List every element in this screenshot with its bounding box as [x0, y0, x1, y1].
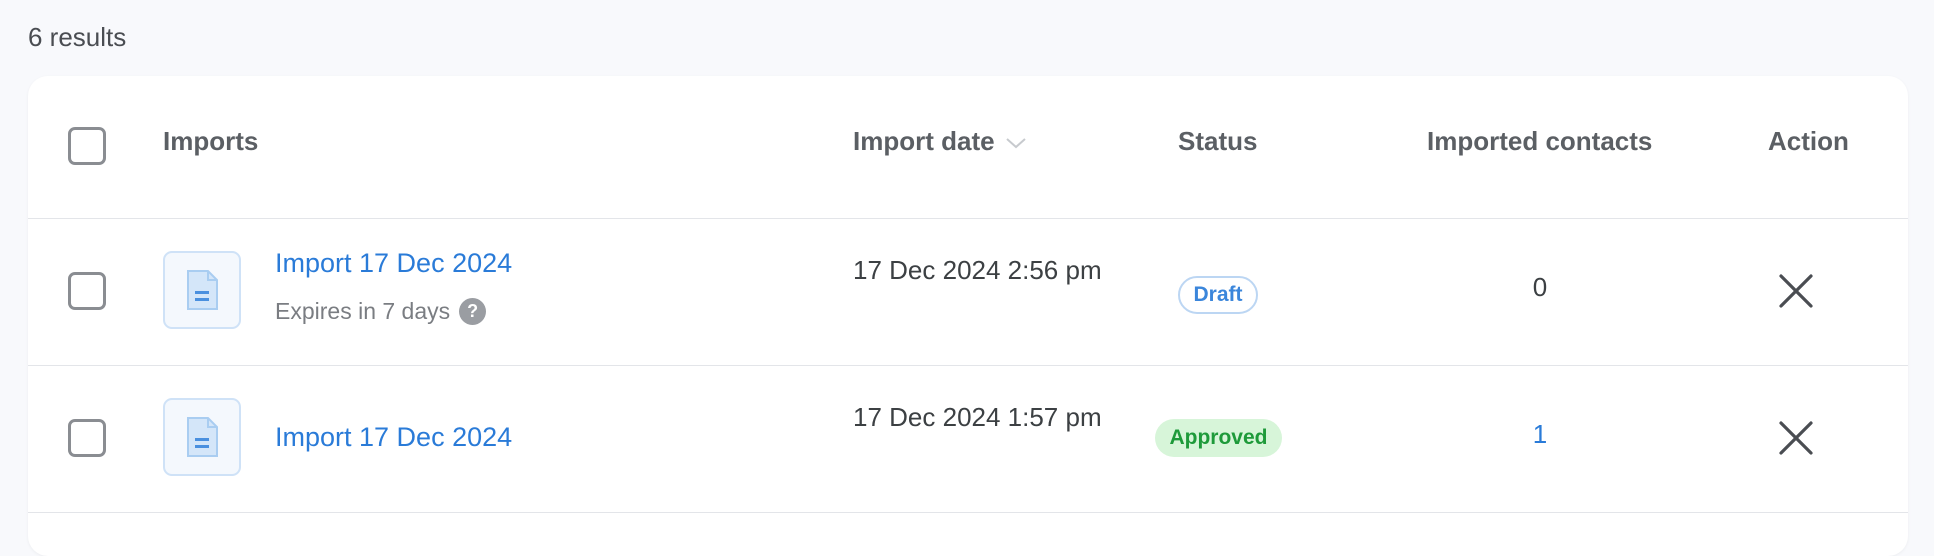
column-header-imported-contacts: Imported contacts [1427, 126, 1653, 156]
chevron-down-icon[interactable] [1005, 126, 1027, 157]
expiry-note: Expires in 7 days ? [275, 298, 487, 325]
status-badge: Draft [1178, 276, 1258, 314]
import-name-link[interactable]: Import 17 Dec 2024 [275, 422, 512, 453]
help-icon[interactable]: ? [459, 298, 487, 325]
row-checkbox[interactable] [68, 272, 106, 310]
row-checkbox[interactable] [68, 419, 106, 457]
expiry-text: Expires in 7 days [275, 298, 451, 324]
select-all-checkbox[interactable] [68, 127, 106, 165]
close-icon [1779, 274, 1813, 308]
column-header-status: Status [1178, 126, 1258, 156]
import-name-link[interactable]: Import 17 Dec 2024 [275, 248, 512, 279]
results-count: 6 results [28, 22, 127, 52]
column-header-imports: Imports [163, 126, 259, 156]
table-header-row: Imports Import date Status Imported cont… [28, 76, 1908, 219]
delete-import-button[interactable] [1776, 271, 1816, 311]
table-row: Import 17 Dec 2024 17 Dec 2024 1:57 pm A… [28, 365, 1908, 513]
status-badge: Approved [1155, 419, 1282, 457]
table-row: Import 17 Dec 2024 Expires in 7 days ? 1… [28, 218, 1908, 366]
delete-import-button[interactable] [1776, 418, 1816, 458]
close-icon [1779, 421, 1813, 455]
import-date: 17 Dec 2024 2:56 pm [853, 255, 1102, 285]
imports-table: Imports Import date Status Imported cont… [28, 76, 1908, 556]
column-header-import-date-label: Import date [853, 126, 995, 156]
imported-contacts-count: 0 [1532, 272, 1548, 302]
document-icon [163, 398, 241, 476]
column-header-action: Action [1768, 126, 1849, 156]
imported-contacts-link[interactable]: 1 [1520, 419, 1560, 450]
document-icon [163, 251, 241, 329]
column-header-import-date[interactable]: Import date [853, 126, 1027, 157]
import-date: 17 Dec 2024 1:57 pm [853, 402, 1102, 432]
